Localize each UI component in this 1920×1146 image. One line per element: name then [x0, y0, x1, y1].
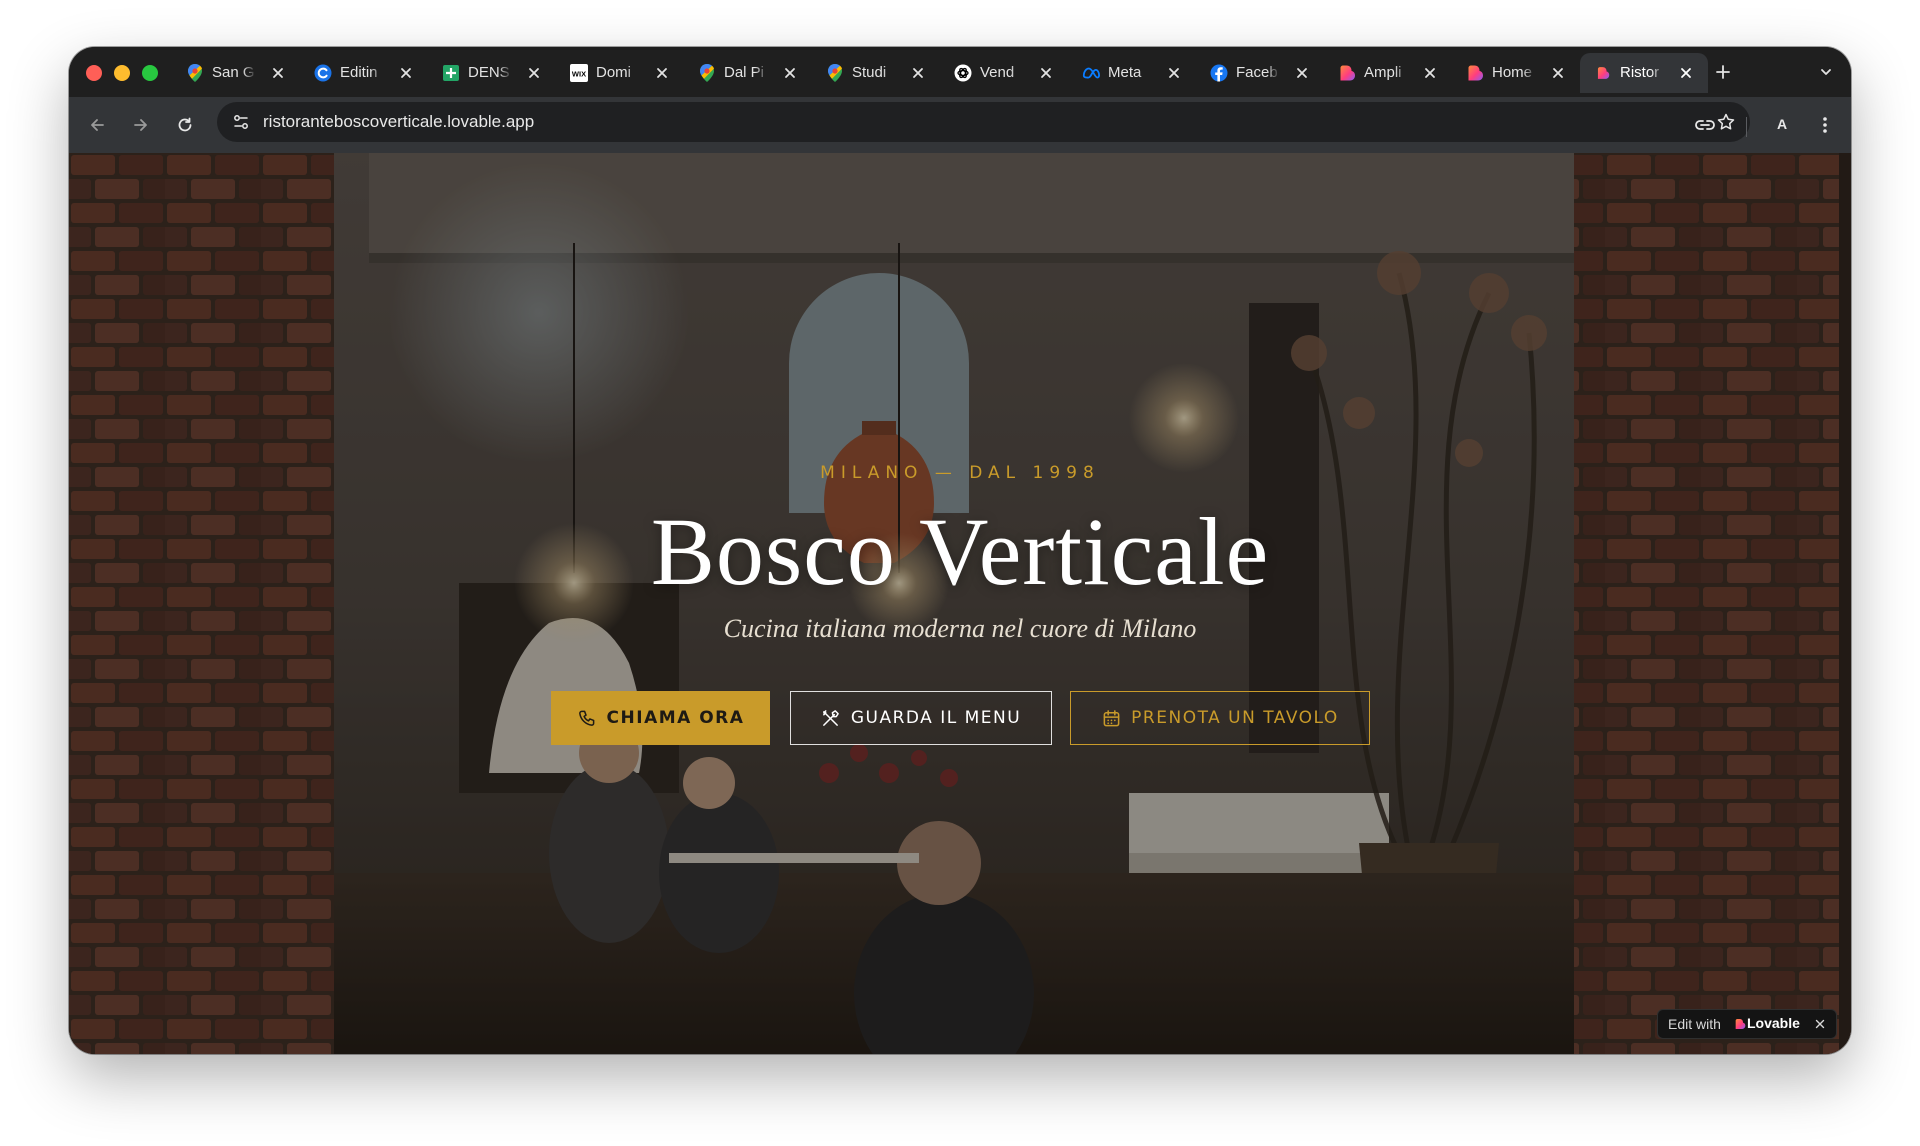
tab-title: Ampli — [1364, 64, 1402, 81]
lovable-brand-label: Lovable — [1747, 1015, 1800, 1031]
lovable-icon — [1338, 64, 1356, 82]
tab-home[interactable]: Home — [1452, 53, 1580, 93]
back-arrow-icon[interactable] — [83, 111, 111, 139]
close-tab-icon[interactable] — [1036, 63, 1056, 83]
close-tab-icon[interactable] — [396, 63, 416, 83]
close-tab-icon[interactable] — [1676, 63, 1696, 83]
forward-arrow-icon[interactable] — [127, 111, 155, 139]
close-tab-icon[interactable] — [1420, 63, 1440, 83]
edit-with-lovable-badge[interactable]: Edit with Lovable — [1657, 1009, 1837, 1039]
tab-title: Faceb — [1236, 64, 1278, 81]
close-badge-icon[interactable] — [1812, 1016, 1828, 1032]
close-tab-icon[interactable] — [268, 63, 288, 83]
close-tab-icon[interactable] — [908, 63, 928, 83]
book-table-label: PRENOTA UN TAVOLO — [1131, 708, 1339, 728]
tab-facebook[interactable]: Faceb — [1196, 53, 1324, 93]
hero-title: Bosco Verticale — [650, 498, 1270, 605]
wix-icon: WIX — [570, 64, 588, 82]
book-table-button[interactable]: PRENOTA UN TAVOLO — [1070, 691, 1370, 745]
browser-window: San G Editin DENS WIX Domi Dal Pi Studi … — [69, 47, 1851, 1054]
new-tab-plus-icon[interactable] — [1710, 59, 1736, 85]
call-now-button[interactable]: CHIAMA ORA — [551, 691, 770, 745]
close-tab-icon[interactable] — [1548, 63, 1568, 83]
page-viewport: MILANO — DAL 1998 Bosco Verticale Cucina… — [69, 153, 1851, 1054]
tab-title: San G — [212, 64, 255, 81]
tab-vend[interactable]: Vend — [940, 53, 1068, 93]
calendar-icon — [1101, 708, 1121, 728]
view-menu-label: GUARDA IL MENU — [850, 708, 1022, 728]
more-menu-icon[interactable] — [1811, 111, 1839, 139]
utensils-icon — [821, 708, 841, 728]
url-text[interactable]: ristoranteboscoverticale.lovable.app — [263, 112, 534, 132]
tab-domini[interactable]: WIX Domi — [556, 53, 684, 93]
close-tab-icon[interactable] — [780, 63, 800, 83]
tab-title: Dal Pi — [724, 64, 765, 81]
tab-ampli[interactable]: Ampli — [1324, 53, 1452, 93]
lovable-icon — [1466, 64, 1484, 82]
tab-search-chevron-icon[interactable] — [1813, 59, 1839, 85]
tab-title: Studi — [852, 64, 887, 81]
minimize-window-button[interactable] — [114, 65, 130, 81]
tab-meta[interactable]: Meta — [1068, 53, 1196, 93]
google-maps-icon — [186, 64, 204, 82]
close-tab-icon[interactable] — [524, 63, 544, 83]
address-bar[interactable]: ristoranteboscoverticale.lovable.app — [217, 102, 1750, 142]
call-now-label: CHIAMA ORA — [606, 708, 745, 728]
tab-san-g[interactable]: San G — [172, 53, 300, 93]
maximize-window-button[interactable] — [142, 65, 158, 81]
svg-text:WIX: WIX — [572, 70, 586, 79]
close-tab-icon[interactable] — [652, 63, 672, 83]
browser-toolbar: ristoranteboscoverticale.lovable.app A — [69, 97, 1851, 153]
close-tab-icon[interactable] — [1292, 63, 1312, 83]
facebook-icon — [1210, 64, 1228, 82]
google-sheets-icon — [442, 64, 460, 82]
edit-with-label: Edit with — [1668, 1016, 1721, 1032]
tab-title: Ristor — [1620, 64, 1660, 81]
hero-eyebrow: MILANO — DAL 1998 — [820, 463, 1100, 483]
reload-icon[interactable] — [171, 111, 199, 139]
hero-tagline: Cucina italiana moderna nel cuore di Mil… — [723, 614, 1197, 643]
tab-dens[interactable]: DENS — [428, 53, 556, 93]
close-tab-icon[interactable] — [1164, 63, 1184, 83]
toolbar-divider — [1746, 117, 1747, 137]
meta-icon — [1082, 64, 1100, 82]
tab-title: Meta — [1108, 64, 1142, 81]
tab-title: Vend — [980, 64, 1015, 81]
editor-icon — [314, 64, 332, 82]
view-menu-button[interactable]: GUARDA IL MENU — [790, 691, 1052, 745]
profile-avatar[interactable]: A — [1769, 111, 1795, 137]
hero-section: MILANO — DAL 1998 Bosco Verticale Cucina… — [69, 153, 1851, 1054]
google-maps-icon — [826, 64, 844, 82]
tab-title: Home — [1492, 64, 1533, 81]
google-maps-icon — [698, 64, 716, 82]
site-settings-icon[interactable] — [227, 108, 255, 136]
openai-icon — [954, 64, 972, 82]
link-icon[interactable] — [1691, 111, 1719, 139]
tab-title: Domi — [596, 64, 632, 81]
tab-strip: San G Editin DENS WIX Domi Dal Pi Studi … — [69, 47, 1851, 97]
phone-icon — [577, 708, 597, 728]
lovable-icon — [1594, 64, 1612, 82]
tab-studi[interactable]: Studi — [812, 53, 940, 93]
lovable-logo-icon — [1734, 1017, 1746, 1031]
tab-editing[interactable]: Editin — [300, 53, 428, 93]
tab-title: Editin — [340, 64, 378, 81]
tab-ristorante-active[interactable]: Ristor — [1580, 53, 1708, 93]
tab-dal-pi[interactable]: Dal Pi — [684, 53, 812, 93]
close-window-button[interactable] — [86, 65, 102, 81]
tab-title: DENS — [468, 64, 510, 81]
